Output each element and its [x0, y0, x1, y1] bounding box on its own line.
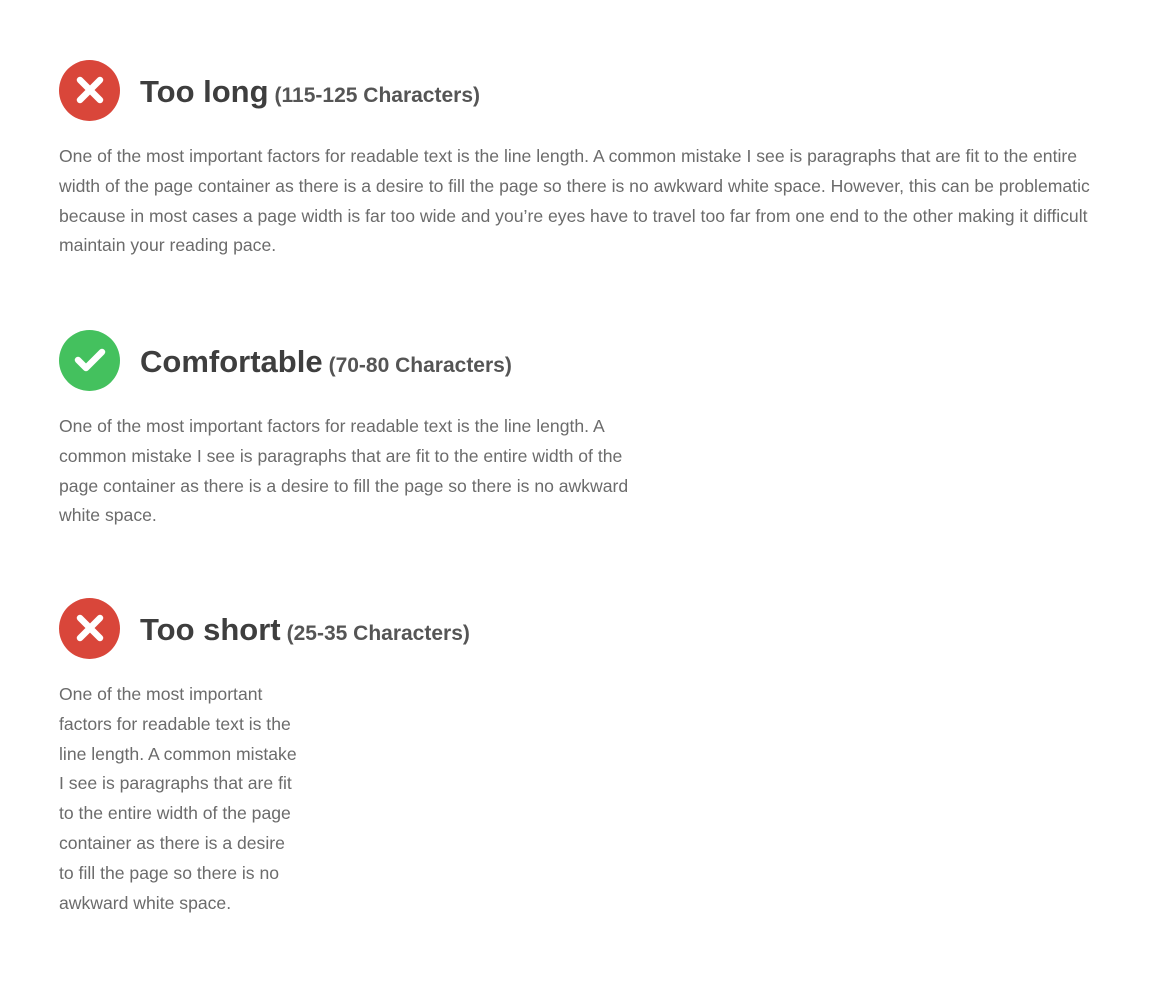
section-header: Too short (25-35 Characters) — [59, 597, 470, 659]
x-icon — [59, 597, 120, 659]
character-range: (25-35 Characters) — [286, 621, 470, 645]
title-text: Comfortable — [140, 343, 323, 379]
x-icon — [59, 59, 120, 121]
section-header: Too long (115-125 Characters) — [59, 59, 1099, 121]
title-text: Too short — [140, 611, 281, 647]
section-comfortable: Comfortable (70-80 Characters) One of the… — [59, 329, 659, 531]
section-too-long: Too long (115-125 Characters) One of the … — [59, 59, 1099, 261]
sample-paragraph: One of the most important factors for re… — [59, 684, 297, 913]
section-title: Too long (115-125 Characters) — [140, 74, 480, 107]
title-text: Too long — [140, 73, 269, 109]
sample-paragraph: One of the most important factors for re… — [59, 416, 629, 526]
character-range: (70-80 Characters) — [328, 353, 512, 377]
section-too-short: Too short (25-35 Characters) One of the m… — [59, 597, 470, 918]
section-title: Comfortable (70-80 Characters) — [140, 344, 512, 377]
sample-paragraph: One of the most important factors for re… — [59, 146, 1090, 256]
character-range: (115-125 Characters) — [274, 83, 481, 107]
section-title: Too short (25-35 Characters) — [140, 612, 470, 645]
section-header: Comfortable (70-80 Characters) — [59, 329, 659, 391]
check-icon — [59, 329, 120, 391]
